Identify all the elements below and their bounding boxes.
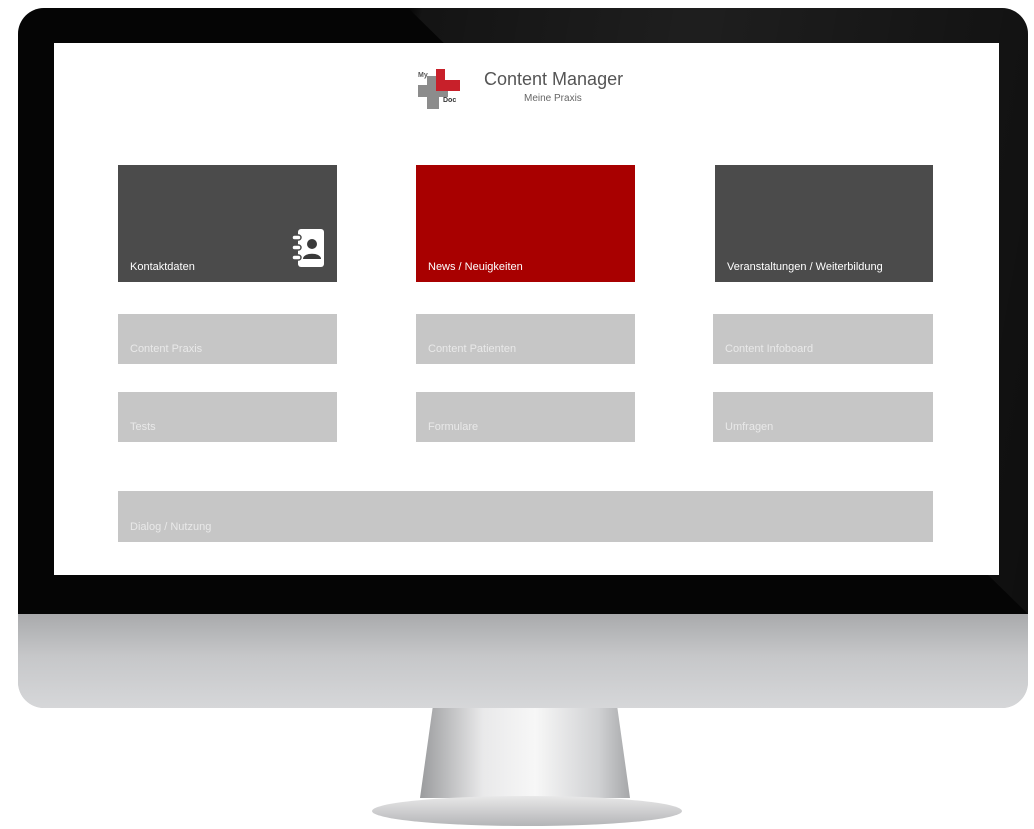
tile-label: Kontaktdaten — [130, 261, 195, 273]
page-title: Content Manager — [484, 69, 624, 89]
tile-label: Content Praxis — [130, 343, 203, 355]
svg-text:My: My — [418, 72, 428, 79]
tile-dialog-nutzung[interactable]: Dialog / Nutzung — [118, 491, 933, 542]
tile-umfragen[interactable]: Umfragen — [713, 392, 933, 442]
tile-content-infoboard[interactable]: Content Infoboard — [713, 314, 933, 364]
tile-tests[interactable]: Tests — [118, 392, 337, 442]
monitor-chin — [18, 614, 1028, 708]
tile-label: Content Infoboard — [725, 343, 814, 355]
monitor-stand-neck — [420, 708, 630, 798]
app-screen: My Doc Content Manager Meine Praxis Kont… — [54, 43, 999, 575]
tile-label: Tests — [130, 421, 156, 433]
tile-content-praxis[interactable]: Content Praxis — [118, 314, 337, 364]
svg-text:Doc: Doc — [443, 97, 456, 104]
tile-label: Content Patienten — [428, 343, 517, 355]
tile-label: Umfragen — [725, 421, 774, 433]
mydoc-logo: My Doc — [418, 69, 460, 109]
tile-veranstaltungen[interactable]: Veranstaltungen / Weiterbildung — [715, 165, 933, 282]
tile-label: Veranstaltungen / Weiterbildung — [727, 261, 883, 273]
tile-label: Dialog / Nutzung — [130, 521, 212, 533]
tile-content-patienten[interactable]: Content Patienten — [416, 314, 635, 364]
tile-formulare[interactable]: Formulare — [416, 392, 635, 442]
monitor-stand-base — [372, 796, 682, 826]
imac-mockup: My Doc Content Manager Meine Praxis Kont… — [0, 0, 1034, 829]
tile-label: Formulare — [428, 421, 479, 433]
app-header: My Doc Content Manager Meine Praxis — [416, 65, 656, 115]
contact-book-icon — [291, 229, 324, 267]
tile-news[interactable]: News / Neuigkeiten — [416, 165, 635, 282]
tile-label: News / Neuigkeiten — [428, 261, 523, 273]
page-subtitle: Meine Praxis — [524, 93, 582, 104]
tile-kontaktdaten[interactable]: Kontaktdaten — [118, 165, 337, 282]
